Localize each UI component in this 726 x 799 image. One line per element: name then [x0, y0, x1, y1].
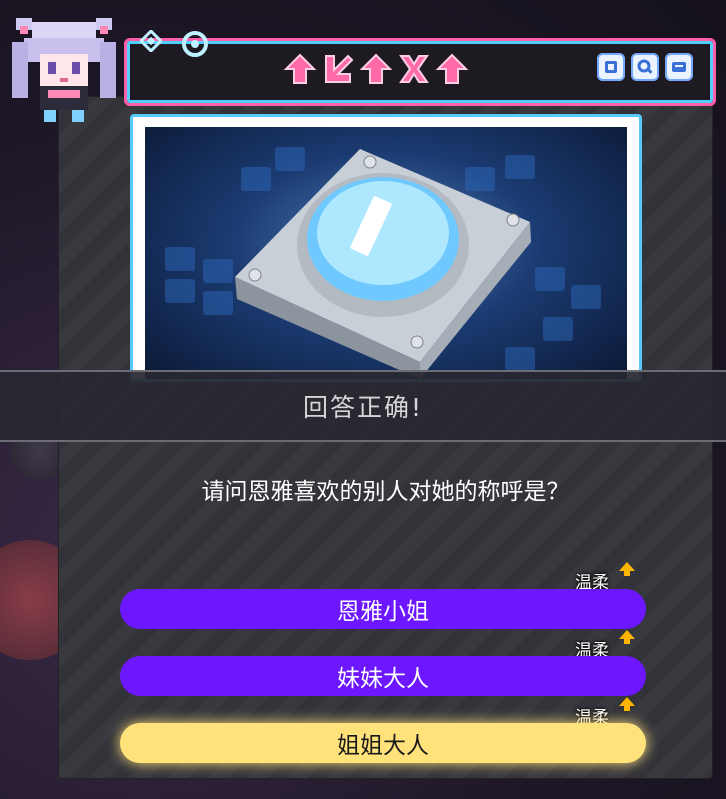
stat-up-icon: [619, 630, 635, 644]
logo-glyph-2: [325, 54, 354, 83]
logo-glyph-4: [399, 55, 429, 83]
result-banner: 回答正确!: [0, 370, 726, 442]
skip-icon[interactable]: [597, 53, 625, 81]
stat-up-icon: [619, 697, 635, 711]
menu-icon[interactable]: [665, 53, 693, 81]
diamond-icon: [138, 28, 164, 54]
answer-option-2[interactable]: 妹妹大人: [120, 656, 646, 696]
game-logo: [282, 52, 470, 86]
character-avatar: [0, 6, 128, 134]
answer-option-3-selected[interactable]: 姐姐大人: [120, 723, 646, 763]
answer-option-1[interactable]: 恩雅小姐: [120, 589, 646, 629]
question-text: 请问恩雅喜欢的别人对她的称呼是？: [201, 479, 570, 505]
ring-icon: [181, 30, 209, 58]
result-text: 回答正确!: [302, 393, 424, 422]
logo-glyph-1: [283, 53, 317, 84]
stat-up-icon: [619, 562, 635, 576]
glowing-blue-button-icon: [145, 127, 627, 379]
hud-buttons: [597, 53, 693, 81]
logo-glyph-3: [359, 53, 393, 84]
logo-glyph-5: [435, 53, 469, 84]
question-image-card: [130, 114, 642, 382]
search-icon[interactable]: [631, 53, 659, 81]
